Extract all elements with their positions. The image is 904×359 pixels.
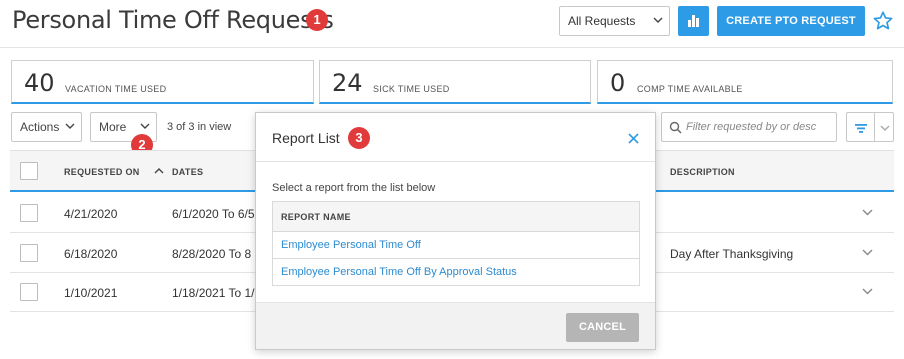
filter-search-input[interactable]: Filter requested by or desc [661, 112, 837, 142]
stat-label: COMP TIME AVAILABLE [637, 84, 743, 94]
report-list-modal: Report List 3 Select a report from the l… [255, 112, 656, 350]
step-badge: 1 [306, 9, 328, 31]
report-table: REPORT NAME Employee Personal Time Off E… [272, 201, 640, 286]
description-cell: Day After Thanksgiving [670, 247, 794, 261]
close-icon[interactable] [628, 133, 639, 144]
report-name-column: REPORT NAME [281, 212, 351, 222]
modal-instruction: Select a report from the list below [272, 182, 436, 194]
chevron-down-icon [65, 123, 75, 129]
stat-label: VACATION TIME USED [65, 84, 167, 94]
step-badge: 3 [348, 127, 370, 149]
search-icon [669, 121, 682, 134]
chevron-down-icon [140, 123, 150, 129]
filter-options-dropdown[interactable] [874, 112, 894, 142]
more-label: More [99, 120, 127, 134]
chevron-down-icon [880, 125, 890, 131]
dates-cell: 6/1/2020 To 6/5 [172, 207, 255, 221]
row-checkbox[interactable] [20, 283, 38, 301]
chart-button[interactable] [678, 6, 709, 36]
requested-on-cell: 1/10/2021 [64, 286, 118, 300]
stat-value: 0 [610, 69, 626, 97]
select-all-checkbox[interactable] [20, 162, 38, 180]
filter-button[interactable] [846, 112, 874, 142]
page-title: Personal Time Off Requests [12, 6, 334, 34]
stat-value: 24 [332, 69, 363, 97]
modal-title: Report List [272, 130, 340, 146]
filter-icon [855, 124, 867, 133]
actions-label: Actions [20, 120, 60, 134]
chevron-down-icon[interactable] [862, 288, 873, 295]
report-row[interactable]: Employee Personal Time Off [273, 232, 639, 259]
filter-placeholder: Filter requested by or desc [686, 121, 817, 133]
modal-footer: CANCEL [256, 302, 655, 349]
column-description[interactable]: DESCRIPTION [670, 167, 735, 177]
stat-comp-available: 0 COMP TIME AVAILABLE [597, 60, 893, 104]
dates-cell: 8/28/2020 To 8 [172, 247, 252, 261]
report-link[interactable]: Employee Personal Time Off By Approval S… [281, 266, 517, 278]
chevron-down-icon [653, 17, 663, 23]
requested-on-cell: 4/21/2020 [64, 207, 118, 221]
stat-label: SICK TIME USED [373, 84, 450, 94]
stat-sick-used: 24 SICK TIME USED [319, 60, 591, 104]
cancel-button[interactable]: CANCEL [566, 313, 639, 342]
request-filter-select[interactable]: All Requests [559, 6, 670, 36]
report-table-header: REPORT NAME [273, 202, 639, 232]
chevron-down-icon[interactable] [862, 249, 873, 256]
row-checkbox[interactable] [20, 204, 38, 222]
report-row[interactable]: Employee Personal Time Off By Approval S… [273, 259, 639, 286]
bar-chart-icon [688, 15, 699, 27]
sort-ascending-icon[interactable] [154, 167, 164, 174]
requested-on-cell: 6/18/2020 [64, 247, 118, 261]
star-outline-icon[interactable] [872, 10, 894, 32]
modal-header: Report List 3 [256, 113, 655, 162]
dates-cell: 1/18/2021 To 1/ [172, 286, 255, 300]
report-link[interactable]: Employee Personal Time Off [281, 239, 421, 251]
column-dates[interactable]: DATES [172, 167, 203, 177]
stat-value: 40 [24, 69, 55, 97]
column-requested-on[interactable]: REQUESTED ON [64, 167, 140, 177]
request-filter-value: All Requests [568, 14, 636, 28]
chevron-down-icon[interactable] [862, 209, 873, 216]
actions-button[interactable]: Actions [11, 112, 82, 142]
row-checkbox[interactable] [20, 244, 38, 262]
view-count: 3 of 3 in view [167, 121, 232, 133]
create-pto-request-button[interactable]: CREATE PTO REQUEST [717, 6, 865, 36]
stat-vacation-used: 40 VACATION TIME USED [11, 60, 314, 104]
page-header: Personal Time Off Requests 1 All Request… [0, 0, 904, 48]
